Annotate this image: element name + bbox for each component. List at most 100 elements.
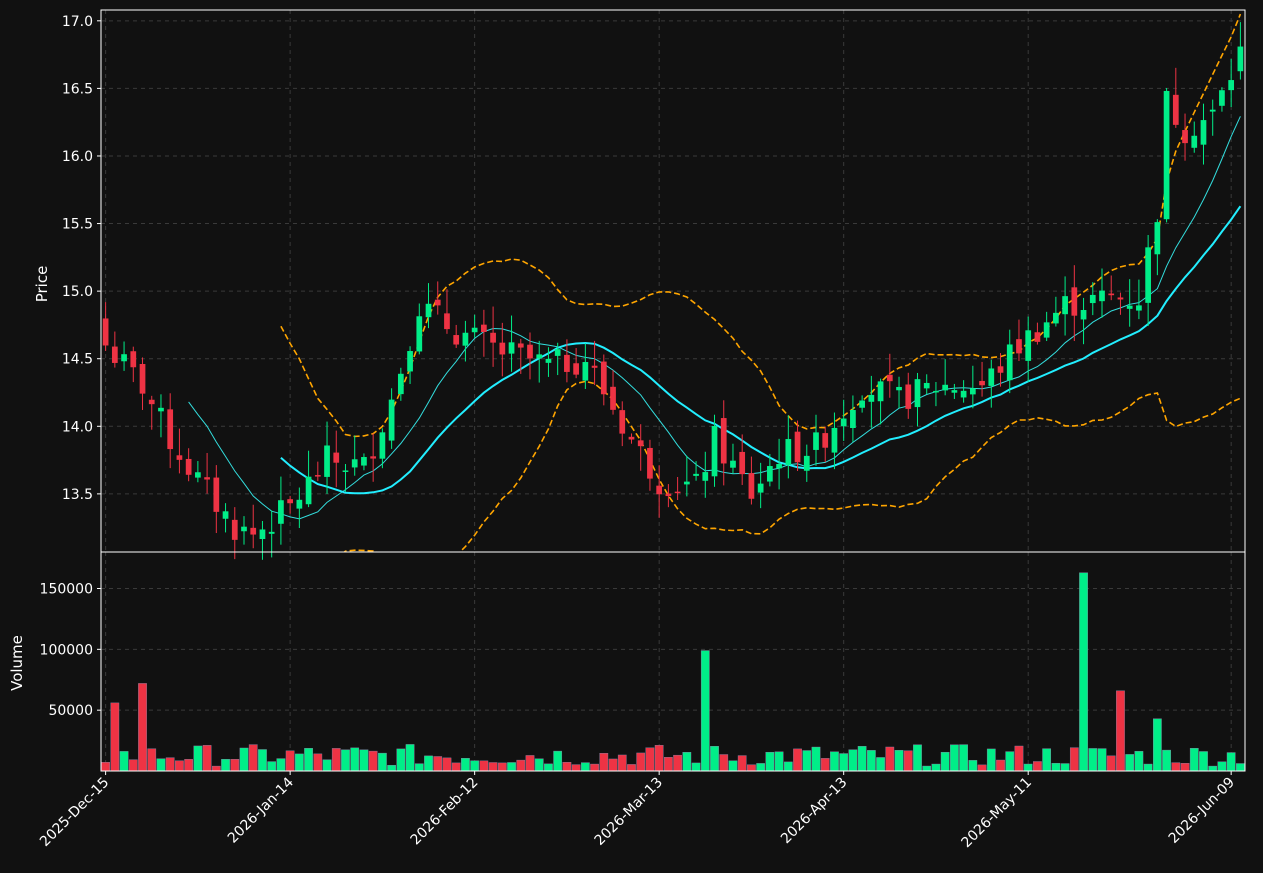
volume-bar <box>1097 748 1107 772</box>
candle-body <box>868 394 875 402</box>
volume-bar <box>848 749 858 772</box>
candle-body <box>111 346 118 363</box>
price-tick-label: 15.5 <box>62 217 93 233</box>
volume-bar <box>239 747 249 772</box>
candle-body <box>167 409 174 450</box>
volume-bar <box>783 761 793 772</box>
volume-bar <box>811 746 821 772</box>
stock-chart: 13.5 14.0 14.5 15.0 15.5 16.0 16.5 17.0 50000 100… <box>0 0 1263 873</box>
volume-bar <box>1162 749 1171 772</box>
candle-body <box>287 499 293 504</box>
candle-body <box>527 344 533 359</box>
volume-bar <box>673 754 682 772</box>
candle-body <box>407 351 413 372</box>
volume-bar <box>691 762 701 772</box>
price-tick-label: 16.5 <box>62 81 93 97</box>
volume-bar <box>839 753 849 772</box>
candle-body <box>1016 339 1022 354</box>
candle-body <box>785 439 792 465</box>
volume-bar <box>1189 748 1199 772</box>
volume-bar <box>1208 765 1218 772</box>
candle-body <box>1126 305 1133 309</box>
candle-body <box>674 491 681 494</box>
candle-body <box>314 475 321 477</box>
candle-body <box>767 466 773 482</box>
volume-bar <box>737 755 747 772</box>
candle-body <box>942 384 949 391</box>
candle-body <box>259 529 266 540</box>
candle-body <box>702 472 709 481</box>
candle-body <box>231 519 238 540</box>
volume-bar <box>1106 755 1116 772</box>
candle-body <box>582 362 589 381</box>
candle-body <box>1154 222 1161 255</box>
candle-body <box>1071 287 1078 316</box>
candle-body <box>508 342 515 354</box>
candle-body <box>776 463 782 469</box>
volume-bar <box>211 765 221 772</box>
candle-body <box>1145 247 1151 303</box>
volume-bar <box>175 760 184 772</box>
candle-body <box>517 343 524 348</box>
candle-body <box>1182 130 1188 144</box>
volume-bar <box>534 758 544 772</box>
candle-body <box>453 335 460 345</box>
candle-body <box>139 363 146 394</box>
volume-bar <box>913 744 922 772</box>
volume-bar <box>581 762 590 772</box>
volume-bar <box>1023 763 1033 772</box>
candle-body <box>933 390 939 393</box>
volume-bar <box>1171 762 1181 772</box>
volume-bar <box>599 753 609 772</box>
volume-bar <box>996 759 1005 772</box>
volume-bar <box>682 752 692 772</box>
price-tick-label: 16.0 <box>62 149 93 165</box>
candle-body <box>979 380 985 386</box>
volume-bar <box>101 762 110 772</box>
volume-bar <box>950 744 959 772</box>
volume-axis-label: Volume <box>8 635 26 691</box>
candle-body <box>665 493 672 497</box>
candle-body <box>951 390 958 393</box>
candle-body <box>342 470 349 472</box>
candle-body <box>1025 330 1032 361</box>
candle-body <box>914 379 921 408</box>
candle-body <box>923 382 930 389</box>
volume-bar <box>295 753 304 772</box>
volume-bar <box>885 746 895 772</box>
volume-bar <box>793 748 802 772</box>
candle-body <box>683 481 690 485</box>
volume-bar <box>442 757 452 772</box>
candle-body <box>195 472 201 478</box>
candle-body <box>471 327 478 333</box>
volume-bar <box>359 749 369 772</box>
volume-bar <box>765 751 775 772</box>
candle-body <box>434 299 441 306</box>
volume-tick-label: 50000 <box>48 703 93 719</box>
candle-body <box>1006 344 1013 381</box>
candle-body <box>757 483 764 493</box>
volume-bar <box>876 757 885 772</box>
volume-bar <box>461 758 470 772</box>
candle-body <box>693 473 699 476</box>
volume-bar <box>313 753 323 772</box>
candle-body <box>1172 94 1179 125</box>
volume-bar <box>553 750 563 772</box>
volume-bar <box>387 764 396 772</box>
candle-body <box>268 531 275 534</box>
volume-bar <box>184 759 193 772</box>
volume-bar <box>664 757 673 772</box>
candle-body <box>600 361 607 395</box>
volume-bar <box>138 683 147 772</box>
candle-body <box>1034 332 1041 342</box>
volume-bar <box>1199 751 1208 772</box>
volume-bar <box>470 760 479 772</box>
candle-body <box>656 485 663 495</box>
volume-bar <box>1125 754 1135 772</box>
candle-body <box>333 452 340 463</box>
volume-bar <box>488 762 498 772</box>
candle-body <box>554 349 561 356</box>
volume-bar <box>922 765 932 772</box>
candle-body <box>351 459 358 468</box>
candle-body <box>324 445 330 477</box>
